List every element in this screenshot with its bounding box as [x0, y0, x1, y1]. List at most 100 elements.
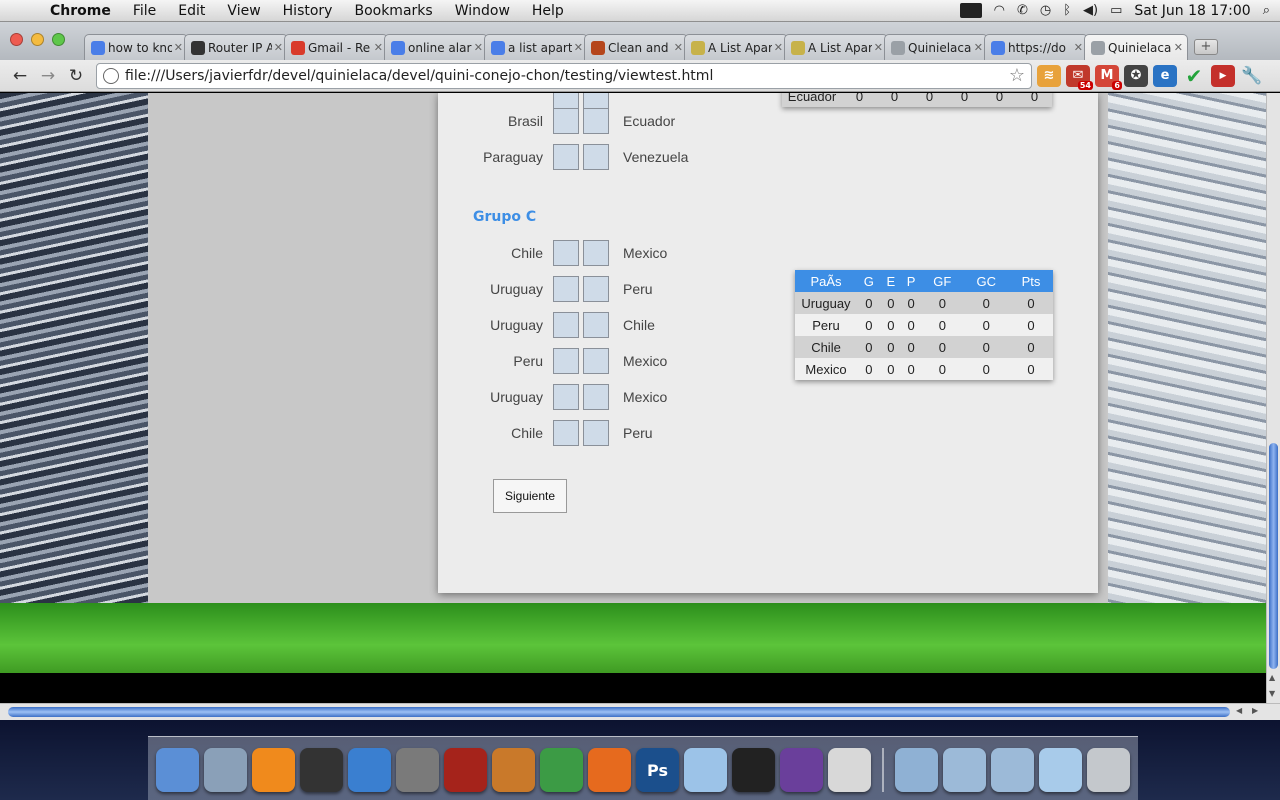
close-tab-icon[interactable]: ✕	[674, 41, 683, 54]
score-input-away[interactable]	[583, 348, 609, 374]
safari-icon[interactable]	[348, 748, 391, 792]
volume-icon[interactable]: ◀)	[1083, 3, 1098, 18]
vertical-scrollbar-thumb[interactable]	[1269, 443, 1278, 669]
scroll-up-arrow-icon[interactable]: ▲	[1269, 673, 1275, 682]
css-edit-icon[interactable]	[828, 748, 871, 792]
minimize-window-button[interactable]	[31, 33, 44, 46]
score-input-home[interactable]	[553, 144, 579, 170]
battery-icon[interactable]: ▭	[1110, 3, 1122, 18]
scroll-right-arrow-icon[interactable]: ▶	[1252, 706, 1258, 715]
tab-9[interactable]: https://do ✕	[984, 34, 1088, 60]
horizontal-scrollbar-thumb[interactable]	[8, 707, 1230, 717]
time-machine-icon[interactable]: ◷	[1040, 3, 1051, 18]
scroll-down-arrow-icon[interactable]: ▼	[1269, 689, 1275, 698]
trash-icon[interactable]	[1086, 748, 1130, 792]
score-input-away[interactable]	[583, 108, 609, 134]
close-tab-icon[interactable]: ✕	[1174, 41, 1183, 54]
tab-1[interactable]: Router IP A ✕	[184, 34, 288, 60]
address-bar[interactable]: file:///Users/javierfdr/devel/quinielaca…	[96, 62, 1032, 89]
bookmark-star-icon[interactable]: ☆	[1009, 65, 1025, 86]
menu-window[interactable]: Window	[444, 3, 521, 19]
forward-button[interactable]: →	[34, 66, 62, 86]
tab-0[interactable]: how to kno ✕	[84, 34, 188, 60]
menu-file[interactable]: File	[122, 3, 167, 19]
downloads-folder-icon[interactable]	[990, 748, 1034, 792]
finder-icon[interactable]	[156, 748, 199, 792]
firefox-icon[interactable]	[588, 748, 631, 792]
next-button[interactable]: Siguiente	[493, 479, 567, 513]
score-input-home[interactable]	[553, 240, 579, 266]
terminal-icon[interactable]	[732, 748, 775, 792]
close-tab-icon[interactable]: ✕	[874, 41, 883, 54]
score-input-away[interactable]	[583, 312, 609, 338]
menu-app-name[interactable]: Chrome	[36, 3, 122, 19]
vertical-scrollbar[interactable]: ▲ ▼	[1266, 93, 1280, 703]
score-input-away[interactable]	[583, 144, 609, 170]
close-tab-icon[interactable]: ✕	[1074, 41, 1083, 54]
keynote-icon[interactable]	[492, 748, 535, 792]
photo-booth-icon[interactable]	[444, 748, 487, 792]
chrome-icon[interactable]	[540, 748, 583, 792]
ie-tab-extension-icon[interactable]: e	[1153, 64, 1177, 87]
terminal-status-icon[interactable]: >_	[960, 3, 982, 18]
tab-7[interactable]: A List Apar ✕	[784, 34, 888, 60]
reload-button[interactable]: ↻	[62, 66, 90, 86]
score-input-home[interactable]	[553, 384, 579, 410]
mail-icon[interactable]	[204, 748, 247, 792]
rss-extension-icon[interactable]: ≋	[1037, 64, 1061, 87]
close-tab-icon[interactable]: ✕	[574, 41, 583, 54]
gmail-extension-icon[interactable]: M6	[1095, 64, 1122, 90]
bluetooth-icon[interactable]: ᛒ	[1063, 3, 1071, 18]
menu-help[interactable]: Help	[521, 3, 575, 19]
close-tab-icon[interactable]: ✕	[374, 41, 383, 54]
mail-checker-extension-icon[interactable]: ✉ 54	[1066, 64, 1093, 90]
score-input-home[interactable]	[553, 276, 579, 302]
menu-view[interactable]: View	[216, 3, 271, 19]
photoshop-icon[interactable]: Ps	[636, 748, 679, 792]
close-tab-icon[interactable]: ✕	[174, 41, 183, 54]
score-input-home[interactable]	[553, 420, 579, 446]
tab-4[interactable]: a list apart ✕	[484, 34, 588, 60]
score-input-away[interactable]	[583, 420, 609, 446]
tab-10[interactable]: Quinielaca ✕	[1084, 34, 1188, 60]
virtualbox-vm-icon[interactable]	[1038, 748, 1082, 792]
score-input-home[interactable]	[553, 312, 579, 338]
documents-folder-icon[interactable]	[942, 748, 986, 792]
vlc-icon[interactable]	[252, 748, 295, 792]
compass-extension-icon[interactable]: ✪	[1124, 64, 1148, 87]
score-input-home[interactable]	[553, 93, 579, 109]
tab-2[interactable]: Gmail - Re ✕	[284, 34, 388, 60]
youtube-extension-icon[interactable]: ▶	[1211, 64, 1235, 87]
tab-5[interactable]: Clean and ✕	[584, 34, 688, 60]
virtualbox-icon[interactable]	[684, 748, 727, 792]
spotlight-search-icon[interactable]: ⌕	[1263, 3, 1270, 18]
close-window-button[interactable]	[10, 33, 23, 46]
menu-history[interactable]: History	[272, 3, 344, 19]
score-input-away[interactable]	[583, 384, 609, 410]
new-tab-button[interactable]: +	[1194, 39, 1218, 55]
tab-3[interactable]: online alar ✕	[384, 34, 488, 60]
score-input-away[interactable]	[583, 276, 609, 302]
scroll-left-arrow-icon[interactable]: ◀	[1236, 706, 1242, 715]
score-input-away[interactable]	[583, 240, 609, 266]
back-button[interactable]: ←	[6, 66, 34, 86]
close-tab-icon[interactable]: ✕	[274, 41, 283, 54]
score-input-home[interactable]	[553, 348, 579, 374]
menubar-clock[interactable]: Sat Jun 18 17:00	[1134, 3, 1250, 19]
menu-bookmarks[interactable]: Bookmarks	[343, 3, 443, 19]
zoom-window-button[interactable]	[52, 33, 65, 46]
close-tab-icon[interactable]: ✕	[974, 41, 983, 54]
wifi-icon[interactable]: ◠	[994, 3, 1005, 18]
close-tab-icon[interactable]: ✕	[774, 41, 783, 54]
visual-studio-icon[interactable]	[780, 748, 823, 792]
wrench-menu-icon[interactable]: 🔧	[1240, 65, 1264, 87]
tab-6[interactable]: A List Apar ✕	[684, 34, 788, 60]
close-tab-icon[interactable]: ✕	[474, 41, 483, 54]
page-info-icon[interactable]	[103, 67, 119, 84]
dashboard-icon[interactable]	[300, 748, 343, 792]
tab-8[interactable]: Quinielaca ✕	[884, 34, 988, 60]
checkmark-extension-icon[interactable]: ✔	[1182, 64, 1206, 88]
system-preferences-icon[interactable]	[396, 748, 439, 792]
horizontal-scrollbar[interactable]: ◀ ▶	[0, 703, 1280, 720]
menu-edit[interactable]: Edit	[167, 3, 216, 19]
